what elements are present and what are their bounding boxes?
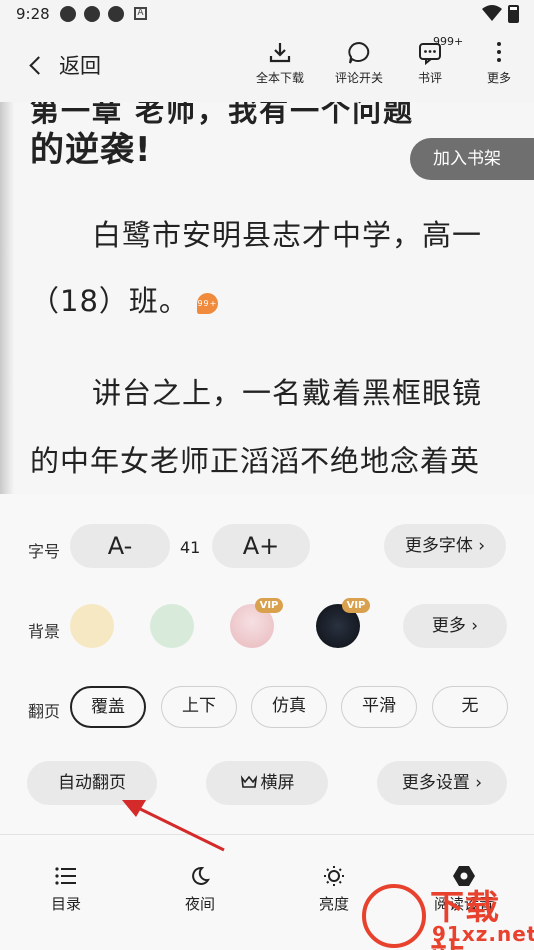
text-line: 讲台之上，一名戴着黑框眼镜: [92, 376, 483, 410]
background-swatch-beige[interactable]: [70, 604, 114, 648]
status-time: 9:28: [16, 5, 50, 23]
text-line-content: （18）班。: [30, 284, 189, 318]
night-mode-button[interactable]: 夜间: [160, 865, 240, 914]
app-notification-icon: [84, 6, 100, 22]
crown-icon: [240, 775, 257, 788]
app-notification-icon: [60, 6, 76, 22]
text-line: 的中年女老师正滔滔不绝地念着英: [30, 444, 481, 478]
font-size-label: 字号: [28, 542, 61, 561]
reader-top-bar: 返回 全本下载 评论开关 999+ 书评 更多: [0, 30, 534, 102]
night-mode-label: 夜间: [184, 895, 215, 913]
toc-label: 目录: [50, 895, 81, 913]
chapter-title: 的逆袭!: [30, 130, 152, 170]
more-settings-button[interactable]: 更多设置 ›: [377, 761, 507, 805]
toc-button[interactable]: 目录: [26, 865, 106, 914]
comment-toggle-button[interactable]: 评论开关: [326, 38, 392, 94]
page-turn-option-simulation[interactable]: 仿真: [251, 686, 327, 728]
watermark-logo: [362, 884, 426, 948]
book-review-button[interactable]: 999+ 书评: [397, 35, 464, 94]
watermark-url: 91xz.net: [432, 922, 534, 946]
landscape-label: 横屏: [260, 773, 295, 793]
auto-page-turn-button[interactable]: 自动翻页: [27, 761, 157, 805]
reader-page[interactable]: 第一章 老师，我有一个问题 的逆袭! 白鹭市安明县志才中学，高一 （18）班。 9…: [0, 102, 534, 494]
add-to-shelf-button[interactable]: 加入书架: [410, 138, 534, 180]
more-fonts-button[interactable]: 更多字体 ›: [384, 524, 506, 568]
reading-settings-panel: 字号 A- 41 A+ 更多字体 › 背景 VIP VIP 更多 › 翻页 覆盖…: [0, 494, 534, 834]
text-line: （18）班。 99+: [30, 278, 218, 320]
font-increase-button[interactable]: A+: [212, 524, 310, 568]
more-vertical-icon: [497, 42, 501, 62]
book-review-label: 书评: [417, 71, 442, 85]
review-count-badge: 999+: [433, 35, 464, 48]
background-label: 背景: [28, 622, 61, 641]
app-notification-icon: [108, 6, 124, 22]
page-edge-shadow: [0, 102, 14, 494]
more-backgrounds-button[interactable]: 更多 ›: [403, 604, 507, 648]
status-bar: 9:28 A: [0, 0, 534, 30]
list-icon: [55, 867, 76, 885]
vip-badge: VIP: [255, 598, 283, 613]
font-size-value: 41: [180, 538, 201, 557]
comment-toggle-label: 评论开关: [334, 71, 383, 85]
download-all-button[interactable]: 全本下载: [247, 38, 313, 94]
page-turn-option-none[interactable]: 无: [432, 686, 508, 728]
wifi-icon: [482, 5, 502, 21]
background-swatch-green[interactable]: [150, 604, 194, 648]
battery-icon: [508, 5, 519, 23]
page-turn-option-smooth[interactable]: 平滑: [341, 686, 417, 728]
vip-badge: VIP: [342, 598, 370, 613]
chevron-left-icon: [29, 55, 48, 75]
page-turn-label: 翻页: [28, 702, 61, 721]
landscape-button[interactable]: 横屏: [206, 761, 328, 805]
page-turn-option-vertical[interactable]: 上下: [161, 686, 237, 728]
font-decrease-button[interactable]: A-: [70, 524, 170, 568]
brightness-icon: [324, 866, 344, 886]
moon-icon: [192, 866, 210, 885]
page-turn-option-cover[interactable]: 覆盖: [70, 686, 146, 728]
more-label: 更多: [486, 71, 511, 85]
site-watermark: 下载站 91xz.net: [362, 880, 534, 950]
back-label: 返回: [59, 54, 101, 78]
back-button[interactable]: 返回: [24, 48, 101, 82]
a-badge-icon: A: [134, 7, 147, 20]
text-line: 白鹭市安明县志才中学，高一: [92, 218, 483, 252]
more-button[interactable]: 更多: [466, 38, 532, 94]
paragraph-comment-badge[interactable]: 99+: [196, 292, 218, 314]
comment-toggle-icon: [348, 41, 370, 64]
download-icon: [269, 43, 291, 63]
download-all-label: 全本下载: [255, 71, 304, 85]
